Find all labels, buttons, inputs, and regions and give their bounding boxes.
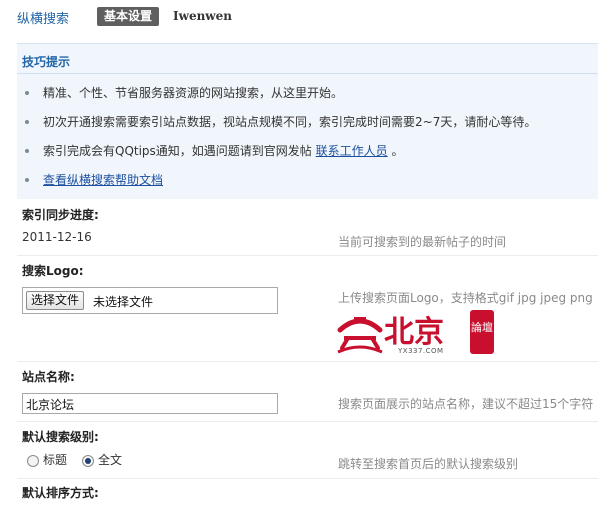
tip-text: 索引完成会有QQtips通知，如遇问题请到官网发帖 bbox=[43, 144, 312, 158]
search-level-label: 默认搜索级别: bbox=[22, 430, 99, 444]
bullet-icon bbox=[25, 148, 29, 153]
site-name-hint: 搜索页面展示的站点名称，建议不超过15个字符 bbox=[338, 397, 594, 411]
tab-user-name[interactable]: Iwenwen bbox=[173, 9, 232, 23]
radio-title-label: 标题 bbox=[43, 453, 68, 467]
radio-fulltext[interactable] bbox=[82, 454, 94, 467]
row-divider bbox=[17, 361, 598, 362]
logo-file-input[interactable]: 选择文件 未选择文件 bbox=[22, 287, 278, 314]
radio-fulltext-label: 全文 bbox=[98, 453, 123, 467]
logo-badge: 論壇 bbox=[471, 320, 493, 334]
tip-item: 精准、个性、节省服务器资源的网站搜索，从这里开始。 bbox=[25, 84, 343, 101]
tab-search-home[interactable]: 纵横搜索 bbox=[17, 8, 69, 27]
tips-title: 技巧提示 bbox=[22, 55, 71, 69]
tips-panel: 技巧提示 精准、个性、节省服务器资源的网站搜索，从这里开始。 初次开通搜索需要索… bbox=[17, 43, 598, 199]
tip-text: 初次开通搜索需要索引站点数据，视站点规模不同，索引完成时间需要2~7天，请耐心等… bbox=[43, 115, 537, 129]
file-status-text: 未选择文件 bbox=[93, 295, 154, 309]
index-progress-value: 2011-12-16 bbox=[22, 230, 92, 244]
help-docs-link[interactable]: 查看纵横搜索帮助文档 bbox=[43, 173, 163, 187]
tip-item: 初次开通搜索需要索引站点数据，视站点规模不同，索引完成时间需要2~7天，请耐心等… bbox=[25, 113, 536, 130]
bullet-icon bbox=[25, 90, 29, 95]
logo-domain: YX337.COM bbox=[397, 347, 444, 355]
bullet-icon bbox=[25, 119, 29, 124]
logo-graphic: 北京 YX337.COM 論壇 bbox=[337, 310, 494, 355]
search-logo-label: 搜索Logo: bbox=[22, 264, 84, 278]
sort-method-label: 默认排序方式: bbox=[22, 486, 99, 500]
row-divider bbox=[17, 421, 598, 422]
index-progress-label: 索引同步进度: bbox=[22, 208, 99, 222]
contact-staff-link[interactable]: 联系工作人员 bbox=[316, 144, 388, 158]
tip-item: 查看纵横搜索帮助文档 bbox=[25, 171, 163, 188]
radio-option-fulltext[interactable]: 全文 bbox=[82, 451, 122, 468]
index-progress-hint: 当前可搜索到的最新帖子的时间 bbox=[338, 235, 507, 249]
top-tabs: 纵横搜索 基本设置 Iwenwen bbox=[0, 0, 598, 34]
tab-basic-settings[interactable]: 基本设置 bbox=[97, 7, 160, 26]
site-name-label: 站点名称: bbox=[22, 370, 75, 384]
search-logo-hint: 上传搜索页面Logo，支持格式gif jpg jpeg png bbox=[338, 291, 593, 305]
site-logo-preview: 北京 YX337.COM 論壇 bbox=[336, 308, 498, 358]
search-level-hint: 跳转至搜索首页后的默认搜索级别 bbox=[338, 457, 519, 471]
site-name-input[interactable]: 北京论坛 bbox=[22, 393, 278, 414]
radio-title[interactable] bbox=[27, 454, 39, 467]
tips-header: 技巧提示 bbox=[17, 44, 598, 74]
logo-text: 北京 bbox=[384, 315, 444, 350]
bullet-icon bbox=[25, 177, 29, 182]
row-divider bbox=[17, 478, 598, 479]
tip-item: 索引完成会有QQtips通知，如遇问题请到官网发帖 联系工作人员 。 bbox=[25, 142, 404, 159]
choose-file-button[interactable]: 选择文件 bbox=[26, 291, 85, 310]
tip-text: 精准、个性、节省服务器资源的网站搜索，从这里开始。 bbox=[43, 86, 344, 100]
tip-suffix: 。 bbox=[391, 144, 404, 158]
row-divider bbox=[17, 255, 598, 256]
radio-option-title[interactable]: 标题 bbox=[27, 451, 67, 468]
